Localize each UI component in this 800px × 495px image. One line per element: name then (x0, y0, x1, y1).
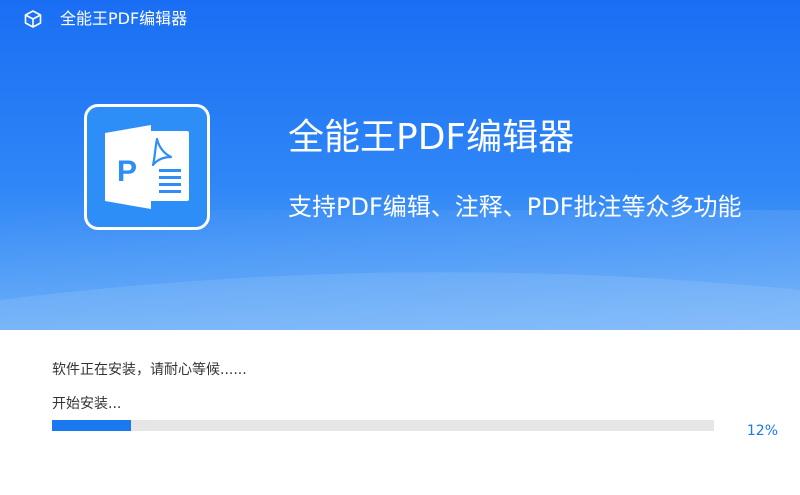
svg-text:P: P (117, 155, 137, 188)
progress-fill (52, 420, 132, 431)
progress-percent: 12% (746, 423, 778, 439)
window-title: 全能王PDF编辑器 (60, 9, 188, 28)
title-bar[interactable]: 全能王PDF编辑器 (0, 0, 800, 36)
install-status-text: 软件正在安装，请耐心等候...... (52, 362, 247, 378)
progress-bar (52, 420, 714, 431)
app-logo: P (84, 104, 210, 230)
pdf-document-icon: P (105, 125, 189, 209)
hero-banner: 全能王PDF编辑器 P 全能王PDF编辑器 支持PDF编辑、注释、PDF批注等众… (0, 0, 800, 330)
install-step-text: 开始安装... (52, 396, 122, 412)
hero-title: 全能王PDF编辑器 (288, 117, 575, 158)
hero-subtitle: 支持PDF编辑、注释、PDF批注等众多功能 (288, 193, 742, 221)
installer-window: 全能王PDF编辑器 P 全能王PDF编辑器 支持PDF编辑、注释、PDF批注等众… (0, 0, 800, 495)
cube-icon (24, 10, 42, 28)
